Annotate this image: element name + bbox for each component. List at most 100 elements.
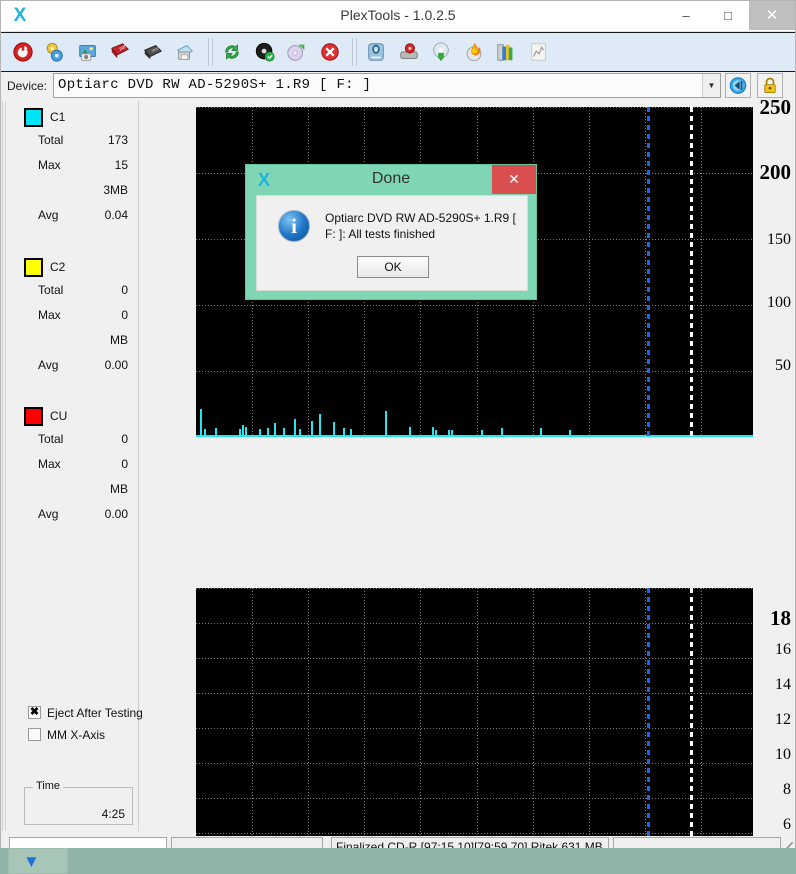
stat-label: Total	[38, 133, 64, 147]
checkbox-mark[interactable]	[28, 728, 41, 741]
info-icon: i	[278, 210, 310, 242]
power-icon[interactable]	[9, 33, 37, 71]
marker-discsize	[690, 107, 693, 437]
stat-row: Total 0	[14, 283, 132, 299]
download-disc-icon[interactable]	[427, 33, 455, 71]
plot-icon[interactable]	[525, 33, 553, 71]
checkbox-mark[interactable]: ✖	[28, 706, 41, 719]
main-toolbar: pdf html	[1, 32, 795, 72]
device-selector-row: Device: Optiarc DVD RW AD-5290S+ 1.R9 [ …	[1, 72, 795, 100]
save-drive-icon[interactable]	[395, 33, 423, 71]
stat-row: Total 173	[14, 133, 132, 149]
stat-row: Total 0	[14, 432, 132, 448]
stat-value: 0.04	[104, 208, 128, 222]
stat-label: Total	[38, 283, 64, 297]
stat-row: MB	[14, 333, 132, 349]
c1-bar	[299, 429, 301, 437]
taskbar-item[interactable]: ▼	[8, 848, 68, 874]
close-button[interactable]: ✕	[749, 1, 795, 30]
screenshot-root: X PlexTools - 1.0.2.5 – □ ✕ pdf html Dev…	[0, 0, 796, 874]
stat-row: Max 15	[14, 158, 132, 174]
checkbox-label: Eject After Testing	[47, 706, 143, 720]
minimize-button[interactable]: –	[665, 1, 707, 30]
c1-bar	[501, 428, 503, 437]
stat-label: Total	[38, 432, 64, 446]
c1-bar	[451, 430, 453, 437]
drive-settings-icon[interactable]	[41, 33, 69, 71]
stat-row: Avg 0.04	[14, 208, 132, 224]
c1-bar	[432, 427, 434, 437]
stat-value: 15	[114, 158, 128, 172]
stat-value: MB	[110, 482, 128, 496]
disc-info-icon[interactable]	[251, 33, 279, 71]
stat-value: 173	[107, 133, 128, 147]
toolbar-separator-2	[348, 33, 358, 71]
marker-lastrecord	[647, 588, 650, 874]
abort-icon[interactable]	[316, 33, 344, 71]
stat-row: 3MB	[14, 183, 132, 199]
stat-value: 3MB	[103, 183, 128, 197]
c1-bar	[204, 429, 206, 437]
ok-button[interactable]: OK	[357, 256, 429, 278]
stat-row: Avg 0.00	[14, 358, 132, 374]
c1-bar	[259, 429, 261, 437]
stat-label: Max	[38, 308, 61, 322]
books-icon[interactable]	[492, 33, 520, 71]
legend-swatch-c1	[24, 108, 43, 127]
burn-icon[interactable]	[460, 33, 488, 71]
stat-row: Max 0	[14, 457, 132, 473]
c1-bar	[242, 425, 244, 437]
c1-baseline	[196, 435, 753, 437]
checkbox-mm-x-axis[interactable]: MM X-Axis	[28, 727, 143, 745]
c1-bar	[448, 430, 450, 437]
checkbox-eject-after-testing[interactable]: ✖ Eject After Testing	[28, 705, 143, 723]
dialog-message: Optiarc DVD RW AD-5290S+ 1.R9 [ F: ]: Al…	[325, 211, 516, 241]
marker-lastrecord	[647, 107, 650, 437]
stat-row: MB	[14, 482, 132, 498]
c1-bar	[239, 429, 241, 437]
device-combobox[interactable]: Optiarc DVD RW AD-5290S+ 1.R9 [ F: ] ▼	[53, 73, 721, 98]
photo-disc-icon[interactable]	[74, 33, 102, 71]
legend-c1: C1	[24, 108, 134, 128]
legend-swatch-c2	[24, 258, 43, 277]
print-icon[interactable]	[171, 33, 199, 71]
html-icon[interactable]: html	[139, 33, 167, 71]
legend-label-c2: C2	[50, 260, 66, 274]
stat-value: 0	[121, 432, 128, 446]
legend-label-c1: C1	[50, 110, 66, 124]
v-logo-icon: ▼	[23, 852, 40, 871]
stats-sidebar: C1 Total 173 Max 15 3MB Avg 0.04 C2 Tota…	[2, 101, 143, 831]
plextools-window: X PlexTools - 1.0.2.5 – □ ✕ pdf html Dev…	[0, 0, 796, 874]
c1-bar	[540, 428, 542, 437]
done-dialog: X Done ✕ i Optiarc DVD RW AD-5290S+ 1.R9…	[245, 164, 537, 300]
stat-label: Avg	[38, 208, 59, 222]
c1-bar	[385, 411, 387, 437]
window-titlebar: X PlexTools - 1.0.2.5 – □ ✕	[1, 1, 795, 32]
device-label: Device:	[7, 79, 48, 93]
c1-bar	[435, 430, 437, 437]
taskbar: ▼	[0, 848, 796, 874]
stat-value: 0	[121, 283, 128, 297]
c1-bar	[409, 427, 411, 437]
time-group: Time 4:25	[24, 780, 133, 825]
checkbox-label: MM X-Axis	[47, 728, 105, 742]
c1-bar	[200, 409, 202, 437]
refresh-icon[interactable]	[218, 33, 246, 71]
drive-icon[interactable]	[362, 33, 390, 71]
maximize-button[interactable]: □	[707, 1, 749, 30]
pdf-icon[interactable]: pdf	[106, 33, 134, 71]
c1-bar	[267, 428, 269, 437]
time-legend-label: Time	[33, 780, 64, 792]
stat-value: 0	[121, 457, 128, 471]
toolbar-separator-1	[204, 33, 214, 71]
chevron-down-icon[interactable]: ▼	[702, 74, 720, 97]
disc-eject-icon[interactable]	[283, 33, 311, 71]
stat-label: Max	[38, 158, 61, 172]
c1-bar	[319, 414, 321, 437]
c1-bar	[283, 428, 285, 437]
c1-bar	[569, 430, 571, 437]
c1-bar	[350, 429, 352, 437]
stat-value: 0	[121, 308, 128, 322]
stat-label: Avg	[38, 358, 59, 372]
dialog-close-button[interactable]: ✕	[492, 165, 536, 194]
